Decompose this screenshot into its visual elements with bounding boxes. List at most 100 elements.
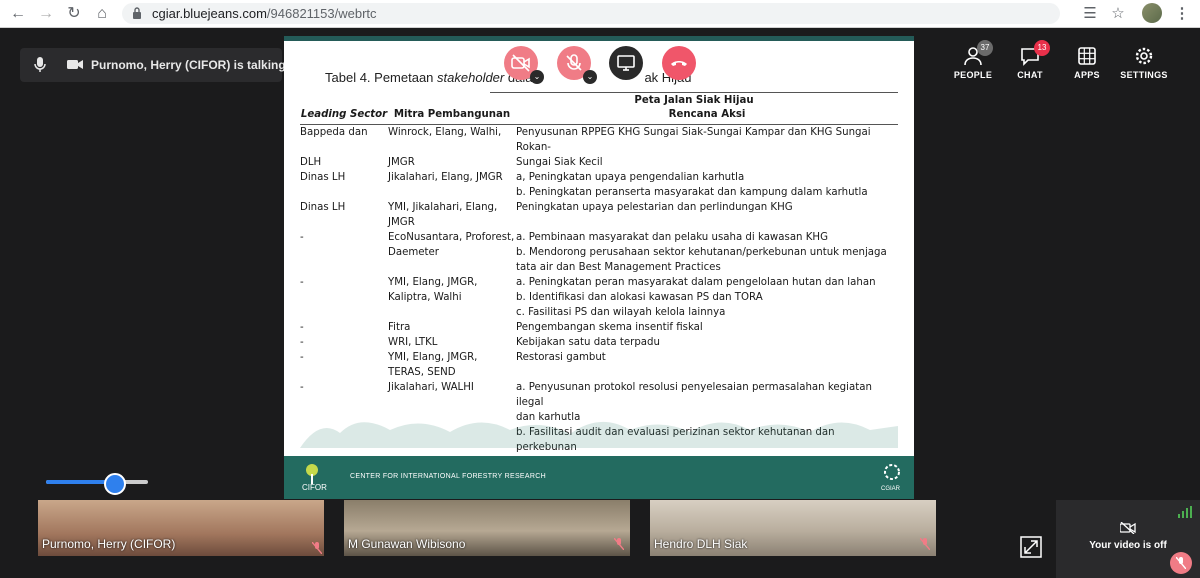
video-off-icon: [511, 54, 530, 72]
header-rencana: Rencana Aksi: [668, 109, 746, 120]
translate-icon[interactable]: ☰: [1080, 4, 1100, 24]
self-view[interactable]: Your video is off: [1056, 500, 1200, 578]
lock-icon: [133, 7, 141, 19]
table-cell: Pengembangan skema insentif fiskal: [516, 322, 703, 333]
table-cell: [516, 215, 898, 230]
shared-screen: Tabel 4. Pemetaan stakeholder dalaak Hij…: [284, 36, 914, 499]
reload-icon[interactable]: ↻: [64, 4, 84, 24]
table-group-header: Peta Jalan Siak Hijau: [490, 92, 898, 109]
table-cell: b. Identifikasi dan alokasi kawasan PS d…: [516, 292, 763, 303]
table-cell: Dinas LH: [300, 202, 346, 213]
participant-tile[interactable]: M Gunawan Wibisono: [344, 500, 630, 556]
table-cell: WRI, LTKL: [388, 337, 438, 348]
table-cell: TERAS, SEND: [388, 367, 456, 378]
apps-label: APPS: [1074, 70, 1100, 80]
people-count-badge: 37: [977, 40, 993, 56]
star-icon[interactable]: ☆: [1108, 4, 1128, 24]
slide-top-bar: [284, 36, 914, 41]
table-cell: [300, 260, 388, 275]
table-cell: Fitra: [388, 322, 411, 333]
table-cell: Daemeter: [388, 247, 439, 258]
home-icon[interactable]: ⌂: [92, 4, 112, 24]
video-toggle-button[interactable]: ⌄: [504, 46, 544, 84]
table-cell: EcoNusantara, Proforest,: [388, 232, 515, 243]
address-bar[interactable]: cgiar.bluejeans.com/946821153/webrtc: [122, 3, 1060, 24]
table-cell: Dinas LH: [300, 172, 346, 183]
table-cell: a. Penyusunan protokol resolusi penyeles…: [516, 382, 872, 408]
table-cell: -: [300, 352, 304, 363]
table-cell: DLH: [300, 157, 322, 168]
people-button[interactable]: 37 PEOPLE: [943, 40, 1003, 90]
table-row: - Jikalahari, WALHI a. Penyusunan protokol…: [300, 380, 898, 410]
settings-button[interactable]: SETTINGS: [1114, 46, 1174, 90]
share-screen-button[interactable]: [609, 46, 643, 80]
forward-icon[interactable]: →: [36, 4, 56, 24]
table-cell: YMI, Elang, JMGR,: [388, 352, 478, 363]
mic-muted-icon: [920, 538, 930, 550]
table-cell: [388, 305, 516, 320]
back-icon[interactable]: ←: [8, 4, 28, 24]
cgiar-logo: CGIAR: [881, 464, 901, 492]
chevron-down-icon[interactable]: ⌄: [530, 70, 544, 84]
table-cell: -: [300, 322, 304, 333]
volume-slider[interactable]: [46, 473, 148, 495]
table-row: Bappeda dan Winrock, Elang, Walhi, Penyusu…: [300, 125, 898, 155]
table-cell: b. Peningkatan peranserta masyarakat dan…: [516, 187, 868, 198]
settings-label: SETTINGS: [1120, 70, 1168, 80]
table-cell: [516, 365, 898, 380]
mic-toggle-button[interactable]: ⌄: [557, 46, 597, 84]
signal-strength-icon: [1178, 506, 1192, 518]
table-cell: [300, 245, 388, 260]
table-row: tata air dan Best Management Practices: [300, 260, 898, 275]
table-cell: YMI, Elang, JMGR,: [388, 277, 478, 288]
chat-label: CHAT: [1017, 70, 1043, 80]
table-row: TERAS, SEND: [300, 365, 898, 380]
table-row: - YMI, Elang, JMGR, Restorasi gambut: [300, 350, 898, 365]
participant-name: Purnomo, Herry (CIFOR): [42, 537, 176, 551]
slide-footer: CIFOR CENTER FOR INTERNATIONAL FORESTRY …: [284, 456, 914, 499]
video-off-icon: [1120, 522, 1136, 534]
table-cell: a. Pembinaan masyarakat dan pelaku usaha…: [516, 232, 828, 243]
table-cell: Jikalahari, Elang, JMGR: [388, 172, 503, 183]
table-row: DLH JMGR Sungai Siak Kecil: [300, 155, 898, 170]
table-cell: JMGR: [388, 157, 415, 168]
table-row: - WRI, LTKL Kebijakan satu data terpadu: [300, 335, 898, 350]
table-cell: Jikalahari, WALHI: [388, 382, 474, 393]
table-header: Leading Sector Mitra Pembangunan Rencana…: [300, 109, 898, 125]
title-italic: stakeholder: [437, 70, 505, 85]
menu-icon[interactable]: ⋮: [1172, 4, 1192, 24]
url-path: /946821153/webrtc: [266, 6, 377, 21]
table-row: Daemeter b. Mendorong perusahaan sektor k…: [300, 245, 898, 260]
chat-button[interactable]: 13 CHAT: [1000, 40, 1060, 90]
profile-avatar[interactable]: [1142, 3, 1162, 23]
self-mic-muted-button[interactable]: [1170, 552, 1192, 574]
screen-share-icon: [617, 55, 635, 71]
table-cell: a. Peningkatan peran masyarakat dalam pe…: [516, 277, 876, 288]
svg-text:CIFOR: CIFOR: [302, 483, 327, 492]
chevron-down-icon[interactable]: ⌄: [583, 70, 597, 84]
mic-muted-icon: [1176, 557, 1186, 569]
hang-up-button[interactable]: [662, 46, 696, 80]
bluejeans-app: Purnomo, Herry (CIFOR) is talking Tabel …: [0, 28, 1200, 578]
cifor-logo: CIFOR: [302, 464, 327, 492]
volume-knob[interactable]: [104, 473, 127, 495]
people-label: PEOPLE: [953, 70, 993, 80]
svg-text:CGIAR: CGIAR: [881, 486, 901, 492]
chat-count-badge: 13: [1034, 40, 1050, 56]
table-cell: JMGR: [388, 217, 415, 228]
table-row: - EcoNusantara, Proforest, a. Pembinaan ma…: [300, 230, 898, 245]
apps-button[interactable]: APPS: [1057, 46, 1117, 90]
expand-icon[interactable]: [1020, 536, 1042, 558]
table-row: - YMI, Elang, JMGR, a. Peningkatan peran m…: [300, 275, 898, 290]
gear-icon: [1135, 47, 1153, 65]
mic-muted-icon: [614, 538, 624, 550]
talking-name: Purnomo, Herry (CIFOR) is talking: [91, 58, 286, 72]
participant-tile[interactable]: Purnomo, Herry (CIFOR): [38, 500, 324, 556]
participant-tile[interactable]: Hendro DLH Siak: [650, 500, 936, 556]
table-cell: Kebijakan satu data terpadu: [516, 337, 660, 348]
table-cell: Sungai Siak Kecil: [516, 157, 603, 168]
table-cell: [300, 215, 388, 230]
table-cell: c. Fasilitasi PS dan wilayah kelola lain…: [516, 307, 726, 318]
mic-muted-icon: [312, 542, 322, 554]
table-cell: -: [300, 277, 304, 288]
